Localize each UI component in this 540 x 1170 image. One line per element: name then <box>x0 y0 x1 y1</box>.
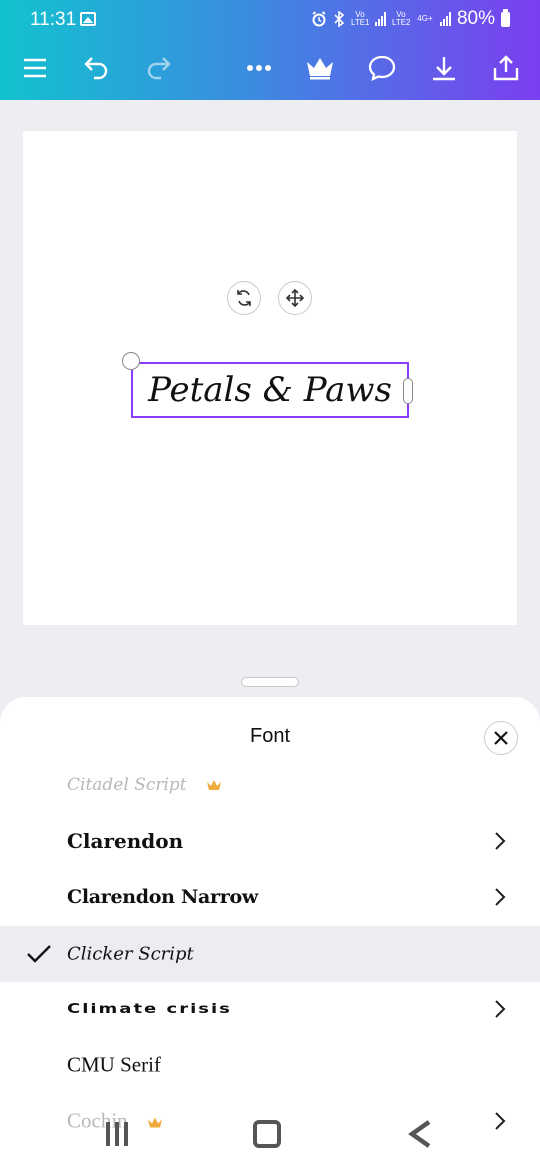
redo-button[interactable] <box>140 50 176 86</box>
menu-button[interactable] <box>17 50 53 86</box>
resize-corner-handle[interactable] <box>122 352 140 370</box>
network-type-label: 4G+ <box>417 14 433 23</box>
download-button[interactable] <box>426 50 462 86</box>
font-item-clarendon-narrow[interactable]: Clarendon Narrow <box>0 869 540 925</box>
more-options-button[interactable] <box>241 50 277 86</box>
recent-apps-button[interactable] <box>97 1116 137 1152</box>
download-icon <box>433 57 455 81</box>
font-item-cmu-serif[interactable]: CMU Serif <box>0 1037 540 1093</box>
signal-icon <box>374 12 386 26</box>
battery-icon <box>501 8 510 27</box>
font-item-clicker-script[interactable]: Clicker Script <box>0 926 540 982</box>
move-handle[interactable] <box>278 281 312 315</box>
crown-icon <box>307 58 333 80</box>
font-item-label: Clarendon Narrow <box>67 886 258 908</box>
back-icon <box>408 1120 431 1148</box>
volte2-label: Vo LTE2 <box>391 10 411 27</box>
font-item-label: Climate crisis <box>67 1001 232 1017</box>
home-icon <box>253 1120 281 1148</box>
font-item-label: CMU Serif <box>67 1052 161 1077</box>
font-item-climate-crisis[interactable]: Climate crisis <box>0 981 540 1037</box>
undo-button[interactable] <box>79 50 115 86</box>
status-indicators: Vo LTE1 Vo LTE2 4G+ 80% <box>311 8 510 30</box>
redo-icon <box>147 57 171 80</box>
status-bar: 11:31 Vo LTE1 Vo LTE2 4G+ 80% <box>0 0 540 40</box>
font-item-label: Clarendon <box>67 829 184 853</box>
comment-button[interactable] <box>364 50 400 86</box>
recent-apps-icon <box>106 1122 128 1146</box>
alarm-icon <box>312 11 326 27</box>
checkmark-icon <box>27 945 51 963</box>
menu-icon <box>24 58 46 78</box>
bluetooth-icon <box>334 11 345 27</box>
gallery-notification-icon <box>80 12 96 26</box>
font-item-label: Citadel Script <box>67 775 187 795</box>
premium-button[interactable] <box>302 50 338 86</box>
close-icon <box>494 731 508 745</box>
rotate-icon <box>237 290 251 306</box>
share-icon <box>493 55 519 81</box>
share-button[interactable] <box>488 50 524 86</box>
font-item-label: Clicker Script <box>67 943 194 965</box>
system-navigation-bar <box>0 1100 540 1170</box>
rotate-handle[interactable] <box>227 281 261 315</box>
home-button[interactable] <box>247 1116 287 1152</box>
undo-icon <box>84 57 108 80</box>
more-icon <box>247 65 271 71</box>
selected-text-element[interactable]: Petals & Paws <box>122 352 413 418</box>
chevron-right-icon[interactable] <box>492 887 508 907</box>
volte1-label: Vo LTE1 <box>350 10 370 27</box>
design-canvas[interactable]: Petals & Paws <box>23 131 517 625</box>
sheet-drag-handle[interactable] <box>241 677 299 687</box>
move-icon <box>286 289 304 307</box>
chevron-right-icon[interactable] <box>492 831 508 851</box>
signal-icon-2 <box>439 12 451 26</box>
close-button[interactable] <box>484 721 518 755</box>
status-time: 11:31 <box>30 9 77 30</box>
font-panel-title: Font <box>249 725 291 747</box>
font-item-citadel-script[interactable]: Citadel Script <box>0 757 540 813</box>
premium-crown-icon <box>207 780 222 790</box>
top-bar: 11:31 Vo LTE1 Vo LTE2 4G+ 80% <box>0 0 540 100</box>
editor-toolbar <box>0 46 540 90</box>
resize-side-handle[interactable] <box>403 378 413 404</box>
canvas-text: Petals & Paws <box>148 370 392 410</box>
comment-icon <box>368 55 396 81</box>
chevron-right-icon[interactable] <box>492 999 508 1019</box>
font-item-clarendon[interactable]: Clarendon <box>0 813 540 869</box>
battery-percentage: 80% <box>456 8 495 29</box>
back-button[interactable] <box>400 1116 440 1152</box>
font-item-label-wrap: Citadel Script <box>67 775 222 795</box>
